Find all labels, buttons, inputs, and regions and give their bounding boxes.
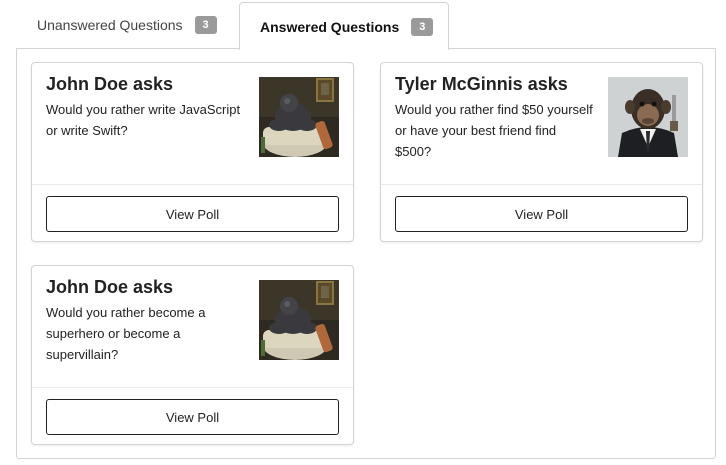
poll-card: John Doe asks Would you rather become a …	[31, 265, 354, 445]
answered-questions-panel: John Doe asks Would you rather write Jav…	[16, 48, 716, 459]
poll-card-body: Tyler McGinnis asks Would you rather fin…	[381, 63, 702, 185]
view-poll-button[interactable]: View Poll	[395, 196, 688, 232]
view-poll-button[interactable]: View Poll	[46, 399, 339, 435]
poll-card: John Doe asks Would you rather write Jav…	[31, 62, 354, 242]
poll-author-title: John Doe asks	[46, 74, 174, 94]
tab-unanswered-questions[interactable]: Unanswered Questions 3	[20, 2, 238, 48]
avatar	[259, 280, 339, 360]
gorilla-in-bathtub-icon	[259, 77, 339, 157]
tab-bar: Unanswered Questions 3 Answered Question…	[16, 2, 716, 50]
poll-card: Tyler McGinnis asks Would you rather fin…	[380, 62, 703, 242]
avatar	[259, 77, 339, 157]
tab-answered-questions[interactable]: Answered Questions 3	[239, 2, 449, 50]
count-badge: 3	[194, 16, 217, 34]
poll-question: Would you rather become a superhero or b…	[46, 305, 206, 362]
poll-author-title: Tyler McGinnis asks	[395, 74, 568, 94]
chimp-in-suit-icon	[608, 77, 688, 157]
gorilla-in-bathtub-icon	[259, 280, 339, 360]
view-poll-button[interactable]: View Poll	[46, 196, 339, 232]
tab-label: Answered Questions	[260, 18, 400, 35]
tab-label: Unanswered Questions	[37, 17, 183, 33]
avatar	[608, 77, 688, 157]
poll-question: Would you rather write JavaScript or wri…	[46, 102, 241, 138]
poll-author-title: John Doe asks	[46, 277, 174, 297]
count-badge: 3	[411, 17, 434, 36]
poll-card-body: John Doe asks Would you rather become a …	[32, 266, 353, 388]
poll-question: Would you rather find $50 yourself or ha…	[395, 102, 593, 159]
poll-card-body: John Doe asks Would you rather write Jav…	[32, 63, 353, 185]
